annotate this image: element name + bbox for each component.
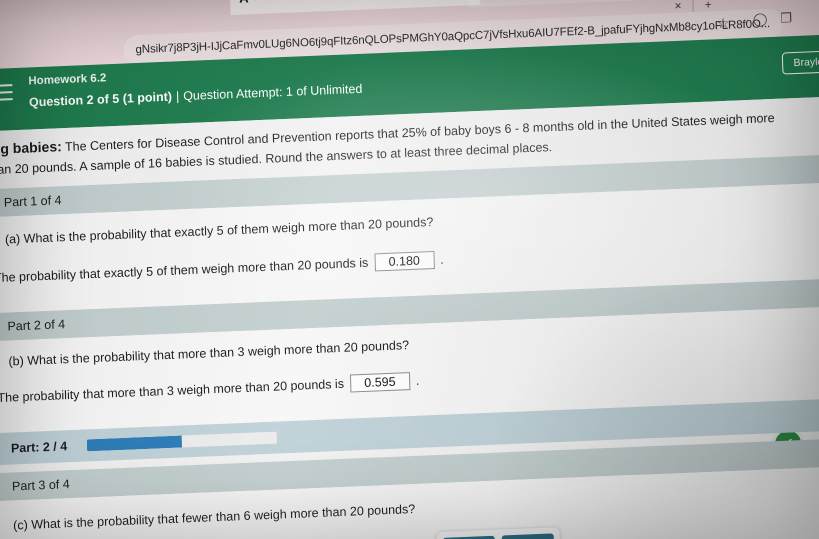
part-2-answer-suffix: . — [415, 373, 420, 388]
question-counter: Question 2 of 5 (1 point) — [28, 89, 173, 110]
part-1-answer-prefix: The probability that exactly 5 of them w… — [0, 255, 369, 286]
part-2-question: (b) What is the probability that more th… — [8, 338, 410, 369]
browser-tab-inbox[interactable]: ✉ Inbox — [467, 0, 637, 8]
part-3-question: (c) What is the probability that fewer t… — [12, 501, 416, 533]
part-2-answer-prefix: The probability that more than 3 weigh m… — [0, 376, 345, 406]
screenshot-photo: A ALEKS - Braylon Johnson - Hom × ✉ Inbo… — [0, 0, 819, 539]
shield-icon[interactable]: ◯ — [753, 11, 768, 28]
part-3-header-label: Part 3 of 4 — [11, 477, 70, 494]
question-content: Big babies: The Centers for Disease Cont… — [0, 95, 819, 539]
aleks-favicon: A — [239, 0, 249, 5]
part-2-answer-input[interactable]: 0.595 — [349, 372, 411, 393]
question-attempt: Question Attempt: 1 of Unlimited — [182, 81, 363, 104]
part-1-answer-line: The probability that exactly 5 of them w… — [0, 251, 444, 287]
extensions-icon[interactable]: ❐ — [780, 10, 792, 26]
part-1-answer-input[interactable]: 0.180 — [374, 251, 435, 272]
progress-bar-track — [87, 431, 278, 452]
meta-separator: | — [175, 89, 180, 104]
problem-title: Big babies: — [0, 138, 62, 158]
browser-toolbar-icons: ◯ ❐ — [753, 10, 793, 28]
part-1-header-label: Part 1 of 4 — [3, 193, 62, 210]
progress-label: Part: 2 / 4 — [10, 439, 68, 456]
tab-title: ALEKS - Braylon Johnson - Hom — [254, 0, 422, 3]
undo-answer-button[interactable]: ↺ — [501, 533, 555, 539]
part-2-answer-line: The probability that more than 3 weigh m… — [0, 372, 420, 407]
hamburger-menu-icon[interactable] — [0, 84, 13, 102]
progress-bar-fill — [87, 435, 183, 452]
user-account-button[interactable]: Braylon — [782, 50, 819, 75]
part-1-question: (a) What is the probability that exactly… — [4, 215, 434, 247]
part-2-header-label: Part 2 of 4 — [7, 317, 66, 334]
question-meta: Question 2 of 5 (1 point) | Question Attem… — [29, 82, 363, 110]
browser-tab-aleks[interactable]: A ALEKS - Braylon Johnson - Hom × — [229, 0, 481, 16]
bookmark-star-icon[interactable]: ☆ — [717, 15, 730, 33]
screen-surface: A ALEKS - Braylon Johnson - Hom × ✉ Inbo… — [0, 0, 819, 539]
new-tab-icon[interactable]: + — [704, 0, 711, 12]
part-1-answer-suffix: . — [440, 252, 444, 267]
homework-title: Homework 6.2 — [28, 72, 107, 88]
control-separator: | — [691, 0, 695, 13]
window-close-icon[interactable]: × — [674, 0, 681, 13]
